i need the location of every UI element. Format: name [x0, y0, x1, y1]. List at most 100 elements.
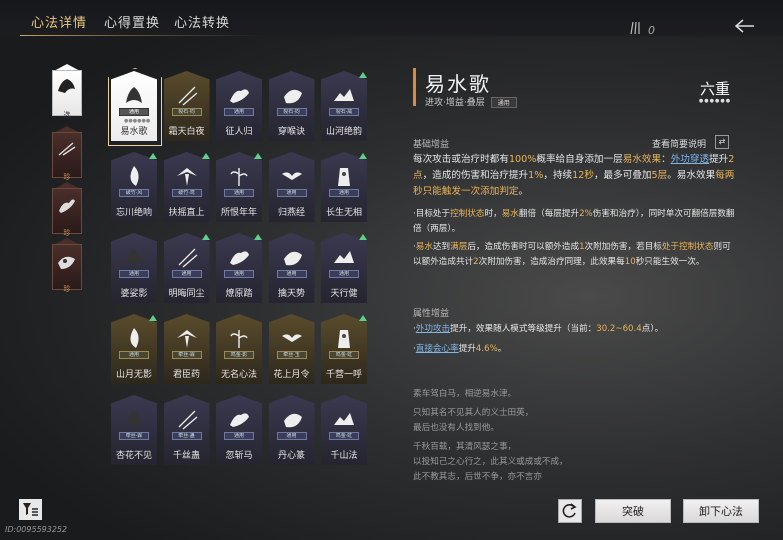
category-label: 选: [63, 111, 71, 119]
poem-line: 以投知己之心行之，此其义或成或不成，: [413, 457, 568, 467]
text: ，最多可叠加: [593, 170, 652, 181]
skill-emblem-icon: [281, 172, 302, 180]
skill-card-tag: 通用: [119, 351, 149, 359]
upgrade-arrow-icon: [201, 234, 210, 240]
skill-card[interactable]: 通用 擒天势: [268, 233, 315, 303]
upgrade-arrow-icon: [149, 153, 157, 159]
skill-card[interactable]: 裂石·钧 霜天白夜: [163, 71, 210, 141]
text: 后，造成伤害时可以额外造成: [467, 242, 580, 252]
skill-card[interactable]: 通用 归燕经: [268, 152, 315, 222]
title-accent-bar: [413, 68, 416, 106]
skill-tags: 进攻·增益·叠层: [425, 98, 485, 108]
poem-block: 素车驾白马，相逆易水津。 只知其名不见其人的义士田英， 最后也没有人找到他。 千…: [413, 387, 738, 485]
tab-underline: [20, 35, 265, 36]
skill-emblem-icon: [230, 168, 248, 186]
skill-card-name: 无名心法: [220, 370, 257, 380]
skill-card-name: 千山法: [330, 451, 358, 461]
skill-card[interactable]: 通用 长生无相: [321, 152, 367, 222]
refresh-icon: [562, 503, 577, 518]
category-emblem-icon: [59, 199, 75, 213]
text: 满层: [450, 242, 468, 252]
skill-card-name: 忽斩马: [225, 451, 253, 461]
text: 次附加伤害，若目标: [584, 242, 662, 252]
skill-card-level-dots: ●●●●●●: [124, 118, 151, 124]
basic-buff-paragraph: 每次攻击或治疗时都有100%概率给自身添加一层易水效果：外功穿透提升2点，造成的…: [413, 152, 738, 200]
view-simple-desc-button[interactable]: 查看简要说明: [652, 137, 706, 150]
category-tab-1[interactable]: 选: [52, 64, 82, 119]
skill-card-tag: 裂石·钧: [276, 108, 307, 116]
skill-card[interactable]: 通用 丹心篆: [268, 395, 315, 465]
skill-emblem-icon: [338, 168, 350, 186]
skill-card[interactable]: 通用 征人归: [216, 71, 262, 141]
category-emblem-icon: [58, 256, 75, 269]
tab-skill-convert[interactable]: 心法转换: [174, 12, 230, 31]
upgrade-arrow-icon: [359, 72, 367, 78]
toggle-icon[interactable]: ⇄: [715, 135, 729, 149]
skill-level-dots: ●●●●●●: [698, 98, 732, 104]
skill-card[interactable]: 通用 所恨年年: [216, 152, 262, 222]
skill-card[interactable]: 破竹·风 忘川绝响: [111, 152, 157, 222]
skill-card[interactable]: 牵丝·蛊 千丝蛊: [163, 395, 210, 465]
tab-insight-exchange[interactable]: 心得置换: [104, 12, 160, 31]
text: 秒只能生效一次。: [635, 256, 705, 267]
text: 提升: [458, 344, 476, 354]
category-emblem-icon: [58, 142, 76, 156]
skill-card[interactable]: 鸣金·虹 千山法: [321, 395, 367, 465]
link-term[interactable]: 直接会心率: [416, 344, 459, 354]
section-attr-buff: 属性增益: [413, 309, 450, 319]
attr-line-1: ·外功攻击提升，效果随人模式等级提升（当前：30.2~60.4点）。: [413, 322, 738, 337]
category-label: 珍: [63, 229, 71, 237]
skill-card[interactable]: 通用 婆娑影: [111, 233, 157, 303]
category-tab-4[interactable]: 珍: [52, 238, 82, 293]
upgrade-arrow-icon: [149, 315, 157, 321]
unequip-button[interactable]: 卸下心法: [683, 499, 759, 523]
skill-emblem-icon: [230, 330, 248, 348]
skill-card[interactable]: 通用 天行健: [321, 233, 367, 303]
skill-card-name: 千营一呼: [325, 370, 362, 380]
resource-count: 0: [648, 24, 655, 37]
skill-card[interactable]: 裂石·钧 穿喉诀: [268, 71, 315, 141]
filter-button[interactable]: [19, 499, 42, 520]
attr-line-2: ·直接会心率提升4.6%。: [413, 342, 738, 357]
skill-emblem-icon: [334, 251, 354, 263]
skill-card[interactable]: 裂石·威 山河绝韵: [321, 71, 367, 141]
skill-card[interactable]: 鸣金·影 无名心法: [216, 314, 262, 384]
skill-card[interactable]: 通用 ●●●●●● 易水歌: [111, 71, 157, 141]
back-button[interactable]: [733, 18, 755, 38]
skill-card[interactable]: 通用 忽斩马: [216, 395, 262, 465]
skill-card[interactable]: 牵丝·玉 花上月令: [268, 314, 315, 384]
category-label: 珍: [63, 173, 71, 181]
skill-card[interactable]: 通用 山月无影: [111, 314, 157, 384]
tab-skill-detail[interactable]: 心法详情: [31, 12, 87, 31]
skill-card[interactable]: 牵丝·霖 君臣药: [163, 314, 210, 384]
skill-emblem-icon: [230, 251, 249, 265]
control-buff-paragraph: ·目标处于控制状态时，易水翻倍（每层提升2%伤害和治疗），同时单次可翻倍层数翻倍…: [413, 207, 738, 236]
link-term[interactable]: 外功穿透: [671, 154, 709, 165]
category-tab-3[interactable]: 珍: [52, 182, 82, 237]
skill-emblem-icon: [281, 334, 302, 342]
skill-card-tag: 裂石·钧: [171, 108, 202, 116]
text: ，造成的伤害和治疗提升: [422, 170, 529, 181]
breakthrough-button[interactable]: 突破: [595, 499, 671, 523]
skill-card[interactable]: 牵丝·霖 杏花不见: [111, 395, 157, 465]
upgrade-arrow-icon: [254, 153, 262, 159]
link-term[interactable]: 外功攻击: [416, 324, 450, 334]
skill-emblem-icon: [283, 89, 302, 104]
skill-card-tag: 裂石·威: [329, 108, 359, 116]
skill-card-name: 丹心篆: [277, 451, 305, 461]
text: 每次攻击或治疗时都有: [413, 154, 509, 165]
skill-card[interactable]: 通用 明晦同尘: [163, 233, 210, 303]
poem-line: 此不教其志，后世不争，亦不言亦: [413, 472, 542, 482]
skill-card-name: 天行健: [330, 289, 358, 299]
poem-line: 千秋百载，其清风瑟之事，: [413, 442, 517, 452]
skill-card[interactable]: 破竹·鸢 扶摇直上: [163, 152, 210, 222]
back-arrow-icon: [734, 19, 754, 33]
skill-card-tag: 通用: [171, 270, 202, 278]
skill-card-tag: 通用: [224, 189, 254, 197]
skill-card[interactable]: 鸣金·虹 千营一呼: [321, 314, 367, 384]
category-tab-2[interactable]: 珍: [52, 126, 82, 181]
skill-badge: 通用: [490, 97, 517, 108]
reset-button[interactable]: [558, 499, 582, 523]
skill-card[interactable]: 通用 燎原踏: [216, 233, 262, 303]
skill-emblem-icon: [126, 87, 142, 103]
